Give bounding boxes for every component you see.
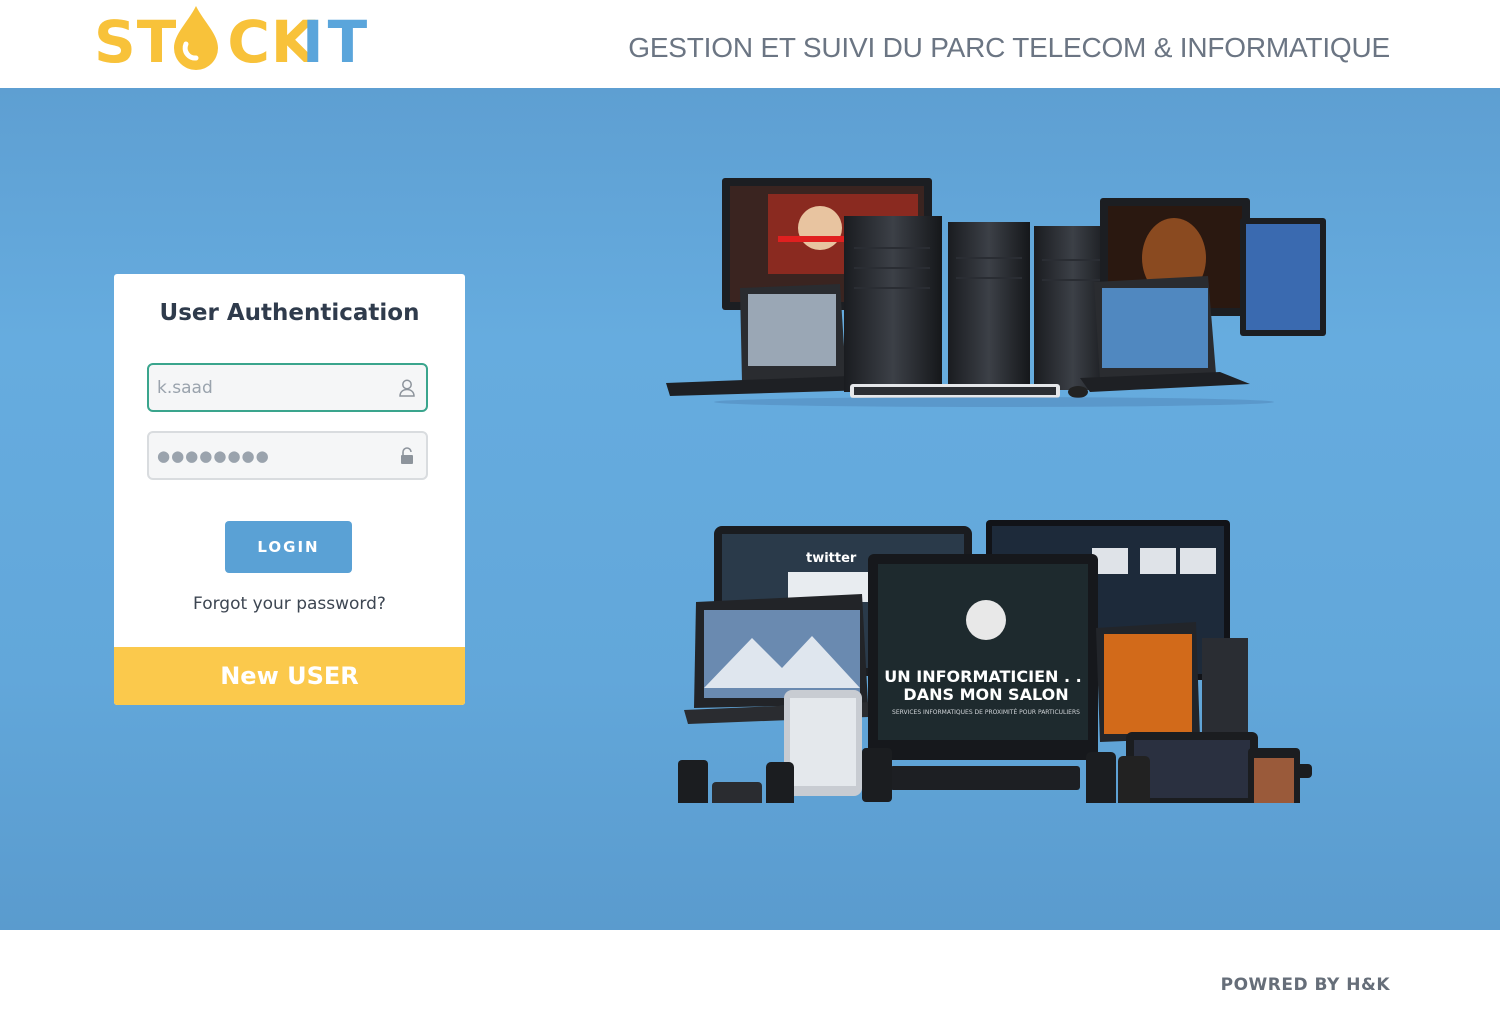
- site-tagline: GESTION ET SUIVI DU PARC TELECOM & INFOR…: [628, 32, 1390, 63]
- twitter-app-label: twitter: [806, 551, 857, 566]
- unlock-icon: [401, 447, 413, 464]
- password-input[interactable]: [157, 433, 387, 478]
- screen-line-1: UN INFORMATICIEN . .: [884, 667, 1081, 686]
- hero-band: User Authentication LOGIN Forgot your pa…: [0, 88, 1500, 930]
- login-title: User Authentication: [159, 300, 420, 326]
- devices-illustration: twitter UN INFORMATICIEN . . DANS MON SA…: [678, 520, 1312, 803]
- header: ST CK IT GESTION ET SUIVI DU PARC TELECOM…: [0, 0, 1500, 88]
- login-card: User Authentication LOGIN Forgot your pa…: [114, 274, 465, 705]
- new-user-button[interactable]: New USER: [114, 647, 465, 705]
- screen-line-3: SERVICES INFORMATIQUES DE PROXIMITÉ POUR…: [892, 708, 1080, 716]
- forgot-password-link[interactable]: Forgot your password?: [114, 594, 465, 614]
- drop-icon: [174, 6, 218, 70]
- username-input[interactable]: [157, 365, 387, 410]
- computers-illustration: [666, 178, 1326, 407]
- powered-by-credit: POWRED BY H&K: [1220, 975, 1390, 995]
- stockit-logo[interactable]: ST CK IT: [94, 4, 394, 74]
- login-button[interactable]: LOGIN: [225, 521, 352, 573]
- screen-line-2: DANS MON SALON: [903, 685, 1068, 704]
- footer: POWRED BY H&K: [0, 930, 1500, 1026]
- user-icon: [399, 379, 415, 397]
- password-field[interactable]: [147, 431, 428, 480]
- logo-word-it: IT: [302, 8, 372, 76]
- username-field[interactable]: [147, 363, 428, 412]
